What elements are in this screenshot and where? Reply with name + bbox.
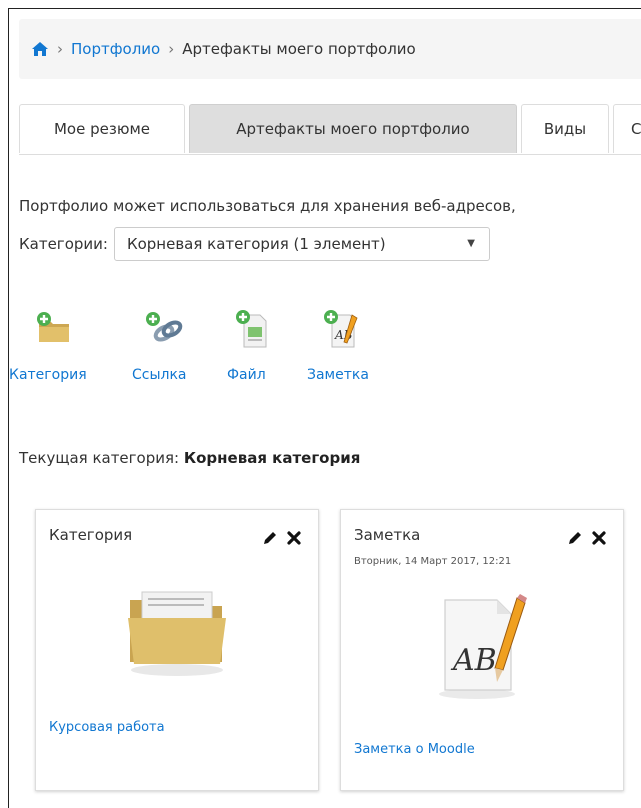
breadcrumb: › Портфолио › Артефакты моего портфолио [19, 19, 641, 79]
card-tools [567, 530, 607, 550]
note-card-date: Вторник, 14 Март 2017, 12:21 [354, 556, 512, 567]
home-icon[interactable] [31, 41, 49, 57]
current-category-label: Текущая категория: [19, 449, 180, 467]
add-category-label: Категория [9, 367, 87, 383]
note-link[interactable]: Заметка о Moodle [354, 742, 475, 757]
portfolio-description: Портфолио может использоваться для хране… [19, 197, 516, 215]
folder-icon [122, 582, 232, 682]
category-card: Категория Курсовая работа [35, 509, 319, 791]
breadcrumb-separator: › [168, 40, 175, 58]
category-select[interactable]: Корневая категория (1 элемент) ▼ [113, 227, 490, 261]
category-link[interactable]: Курсовая работа [49, 720, 165, 735]
add-note-label: Заметка [307, 367, 369, 383]
breadcrumb-portfolio-link[interactable]: Портфолио [71, 40, 160, 58]
add-link-icon [144, 311, 184, 351]
note-card-title: Заметка [354, 526, 421, 544]
current-category: Текущая категория: Корневая категория [19, 449, 360, 467]
category-selector-row: Категории: Корневая категория (1 элемент… [19, 227, 490, 261]
svg-text:AB: AB [450, 643, 497, 678]
page-frame: › Портфолио › Артефакты моего портфолио … [8, 8, 641, 808]
current-category-value: Корневая категория [183, 449, 361, 467]
breadcrumb-separator: › [57, 40, 63, 58]
add-folder-icon [35, 311, 75, 349]
categories-label: Категории: [19, 235, 108, 253]
edit-icon[interactable] [567, 530, 583, 550]
tab-bar: Мое резюме Артефакты моего портфолио Вид… [19, 104, 641, 155]
add-link-label: Ссылка [132, 367, 187, 383]
add-note-icon: AB [322, 309, 362, 353]
tab-more[interactable]: С [613, 104, 641, 153]
caret-down-icon: ▼ [467, 238, 475, 249]
add-file-icon [234, 309, 270, 353]
category-select-value: Корневая категория (1 элемент) [126, 235, 386, 253]
card-tools [262, 530, 302, 550]
tab-resume[interactable]: Мое резюме [19, 104, 185, 153]
edit-icon[interactable] [262, 530, 278, 550]
note-ab-icon: AB [425, 590, 535, 704]
breadcrumb-current: Артефакты моего портфолио [182, 40, 416, 58]
delete-icon[interactable] [286, 530, 302, 550]
note-card: Заметка Вторник, 14 Март 2017, 12:21 AB … [340, 509, 624, 791]
add-file-label: Файл [227, 367, 266, 383]
tab-views[interactable]: Виды [521, 104, 609, 153]
category-card-title: Категория [49, 526, 133, 544]
tab-portfolio-artifacts[interactable]: Артефакты моего портфолио [189, 104, 517, 153]
delete-icon[interactable] [591, 530, 607, 550]
